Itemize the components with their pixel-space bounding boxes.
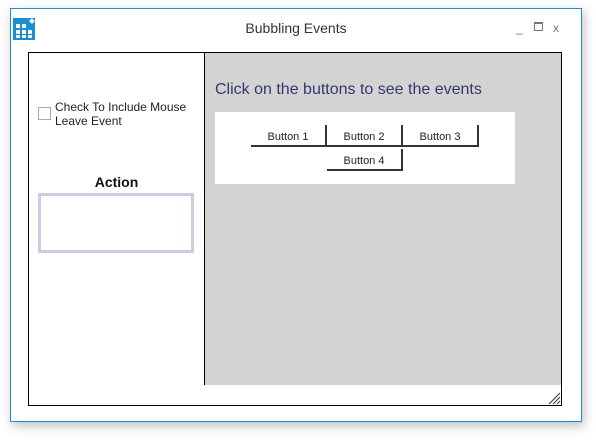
action-label: Action <box>94 174 139 190</box>
button-panel: Button 1 Button 2 Button 3 Button 4 <box>215 112 515 184</box>
instruction-text: Click on the buttons to see the events <box>215 81 482 98</box>
left-panel: Check To Include Mouse Leave Event Actio… <box>29 53 205 386</box>
action-listbox[interactable] <box>38 193 194 253</box>
maximize-button[interactable] <box>534 22 543 31</box>
checkbox-label[interactable]: Check To Include Mouse Leave Event <box>55 100 205 128</box>
title-bar[interactable]: Bubbling Events _ x <box>11 9 581 49</box>
minimize-button[interactable]: _ <box>516 21 523 35</box>
app-window: Bubbling Events _ x Check To Include Mou… <box>10 8 582 422</box>
close-button[interactable]: x <box>553 21 559 35</box>
button-2[interactable]: Button 2 <box>327 125 403 147</box>
resize-grip-icon[interactable] <box>547 391 561 405</box>
right-panel: Click on the buttons to see the events B… <box>205 53 561 386</box>
status-bar <box>28 385 562 406</box>
mouse-leave-checkbox[interactable] <box>38 107 51 120</box>
main-content: Check To Include Mouse Leave Event Actio… <box>28 52 562 387</box>
button-1[interactable]: Button 1 <box>251 125 327 147</box>
button-3[interactable]: Button 3 <box>403 125 479 147</box>
button-4[interactable]: Button 4 <box>327 149 403 171</box>
window-title: Bubbling Events <box>245 20 347 36</box>
